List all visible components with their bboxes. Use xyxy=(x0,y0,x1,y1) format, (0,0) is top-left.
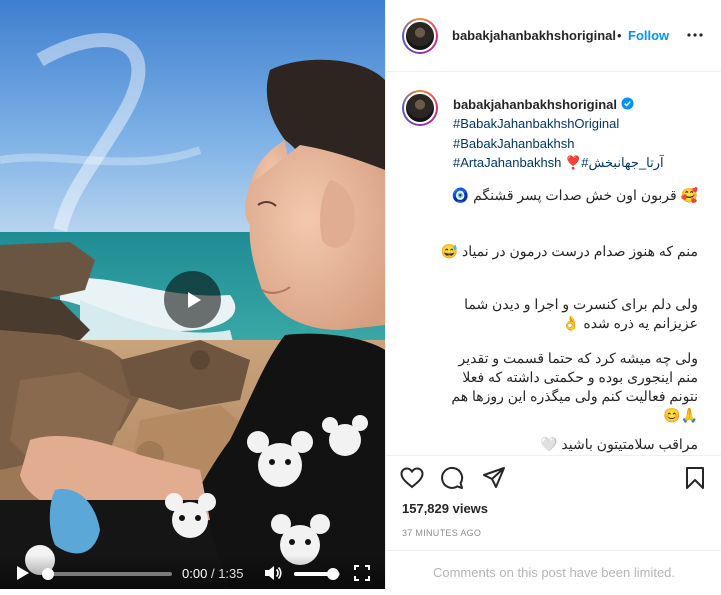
mute-button[interactable] xyxy=(262,564,284,582)
header-dot: • xyxy=(617,28,622,43)
more-horizontal-icon xyxy=(687,33,703,37)
caption-paragraph: ولی چه میشه کرد که حتما قسمت و تقدیر منم… xyxy=(451,350,698,423)
caption-paragraph: 🥰 قربون اون خش صدات پسر قشنگم 🧿 xyxy=(451,187,698,203)
avatar[interactable] xyxy=(402,18,438,54)
verified-badge-icon xyxy=(621,97,634,110)
hashtag-link[interactable]: #ArtaJahanbakhsh ❣️#آرتا_جهانبخش xyxy=(453,155,664,171)
volume-handle[interactable] xyxy=(327,568,340,580)
caption-username[interactable]: babakjahanbakhshoriginal xyxy=(453,97,617,112)
hashtag-link[interactable]: #BabakJahanbakhsh xyxy=(453,136,574,151)
seek-bar[interactable] xyxy=(42,568,172,580)
comment-icon xyxy=(441,466,464,489)
caption-paragraph: منم که هنوز صدام درست درمون در نمیاد 😅 xyxy=(440,243,698,259)
time-separator: / xyxy=(210,566,215,581)
volume-icon xyxy=(265,566,282,580)
comment-button[interactable] xyxy=(438,464,466,492)
comments-limited-notice: Comments on this post have been limited. xyxy=(386,550,721,589)
video-controls: 0:00 / 1:35 xyxy=(0,555,385,589)
video-player[interactable]: 0:00 / 1:35 xyxy=(0,0,385,589)
fullscreen-button[interactable] xyxy=(352,564,372,582)
caption-area: babakjahanbakhshoriginal #BabakJahanbakh… xyxy=(386,73,721,456)
play-icon xyxy=(17,566,29,580)
save-button[interactable] xyxy=(681,464,709,492)
current-time: 0:00 xyxy=(182,566,208,581)
share-button[interactable] xyxy=(480,464,508,492)
hashtag-link[interactable]: #BabakJahanbakhshOriginal xyxy=(453,116,619,131)
play-button[interactable] xyxy=(12,564,34,582)
instagram-post-dialog: 0:00 / 1:35 babakjahanbakhshoriginal • F… xyxy=(0,0,721,589)
duration: 1:35 xyxy=(218,566,244,581)
like-button[interactable] xyxy=(398,464,426,492)
fullscreen-icon xyxy=(354,565,370,581)
heart-icon xyxy=(400,467,424,489)
post-header: babakjahanbakhshoriginal • Follow xyxy=(386,0,721,72)
more-options-button[interactable] xyxy=(686,26,704,49)
avatar-image xyxy=(404,92,436,124)
post-timestamp[interactable]: 37 MINUTES AGO xyxy=(402,528,481,538)
caption-avatar[interactable] xyxy=(402,90,438,126)
play-overlay-button[interactable] xyxy=(164,271,221,328)
bookmark-icon xyxy=(686,467,704,489)
play-icon xyxy=(187,291,201,308)
view-count[interactable]: 157,829 views xyxy=(402,501,488,516)
caption-paragraph: ولی دلم برای کنسرت و اجرا و دیدن شما عزی… xyxy=(464,296,698,331)
header-username[interactable]: babakjahanbakhshoriginal xyxy=(452,28,616,43)
send-icon xyxy=(483,467,505,488)
volume-slider[interactable] xyxy=(294,568,340,580)
time-display: 0:00 / 1:35 xyxy=(182,566,244,581)
post-sidebar: babakjahanbakhshoriginal • Follow babakj… xyxy=(385,0,721,589)
follow-button[interactable]: Follow xyxy=(628,28,669,43)
seek-handle[interactable] xyxy=(42,568,54,580)
caption-paragraph: مراقب سلامتیتون باشید 🤍 xyxy=(540,436,698,452)
action-bar xyxy=(386,456,721,500)
avatar-image xyxy=(404,20,436,52)
